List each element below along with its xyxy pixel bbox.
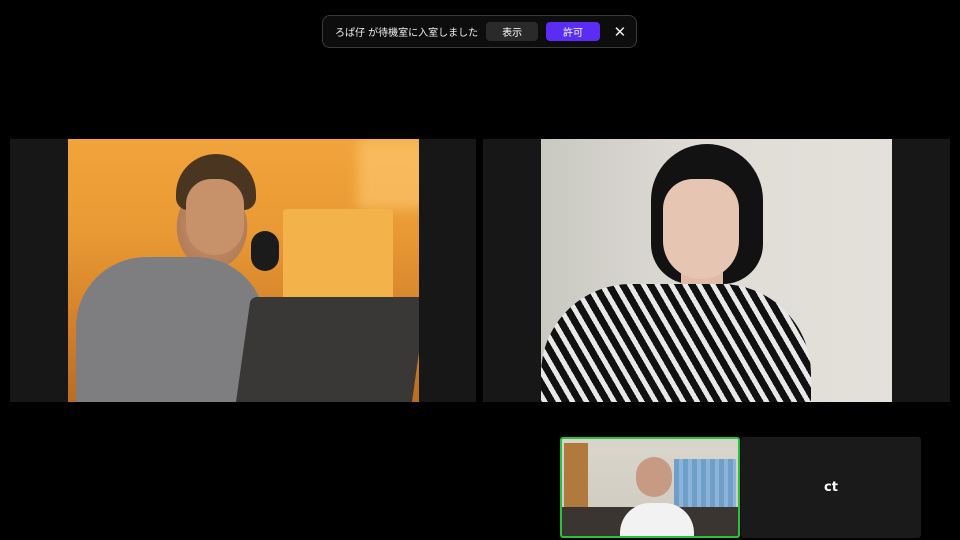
allow-button[interactable]: 許可: [546, 22, 600, 41]
participant-shirt: [620, 503, 694, 536]
video-tile-ct[interactable]: ct: [741, 437, 921, 538]
participant-face: [186, 179, 244, 255]
waiting-room-notification: ろぱ仔 が待機室に入室しました 表示 許可 ✕: [322, 15, 637, 48]
microphone: [251, 231, 279, 271]
self-view-tile[interactable]: [560, 437, 740, 538]
patterned-top: [541, 284, 811, 402]
view-button[interactable]: 表示: [486, 22, 539, 41]
self-participant: [620, 457, 694, 536]
video-tile-1[interactable]: [10, 139, 476, 402]
background-shelf: [283, 209, 393, 304]
close-icon[interactable]: ✕: [612, 23, 628, 41]
participant-video-2: [541, 139, 892, 402]
waiting-room-message: ろぱ仔 が待機室に入室しました: [335, 28, 479, 39]
ceiling-light: [358, 139, 419, 209]
background-door: [564, 443, 588, 507]
participant-video-1: [68, 139, 419, 402]
participant-body: [76, 257, 266, 402]
participant-head: [636, 457, 672, 497]
participant-name: ct: [824, 480, 838, 495]
participant-face: [663, 179, 739, 279]
video-tile-2[interactable]: [483, 139, 950, 402]
laptop: [235, 297, 419, 402]
